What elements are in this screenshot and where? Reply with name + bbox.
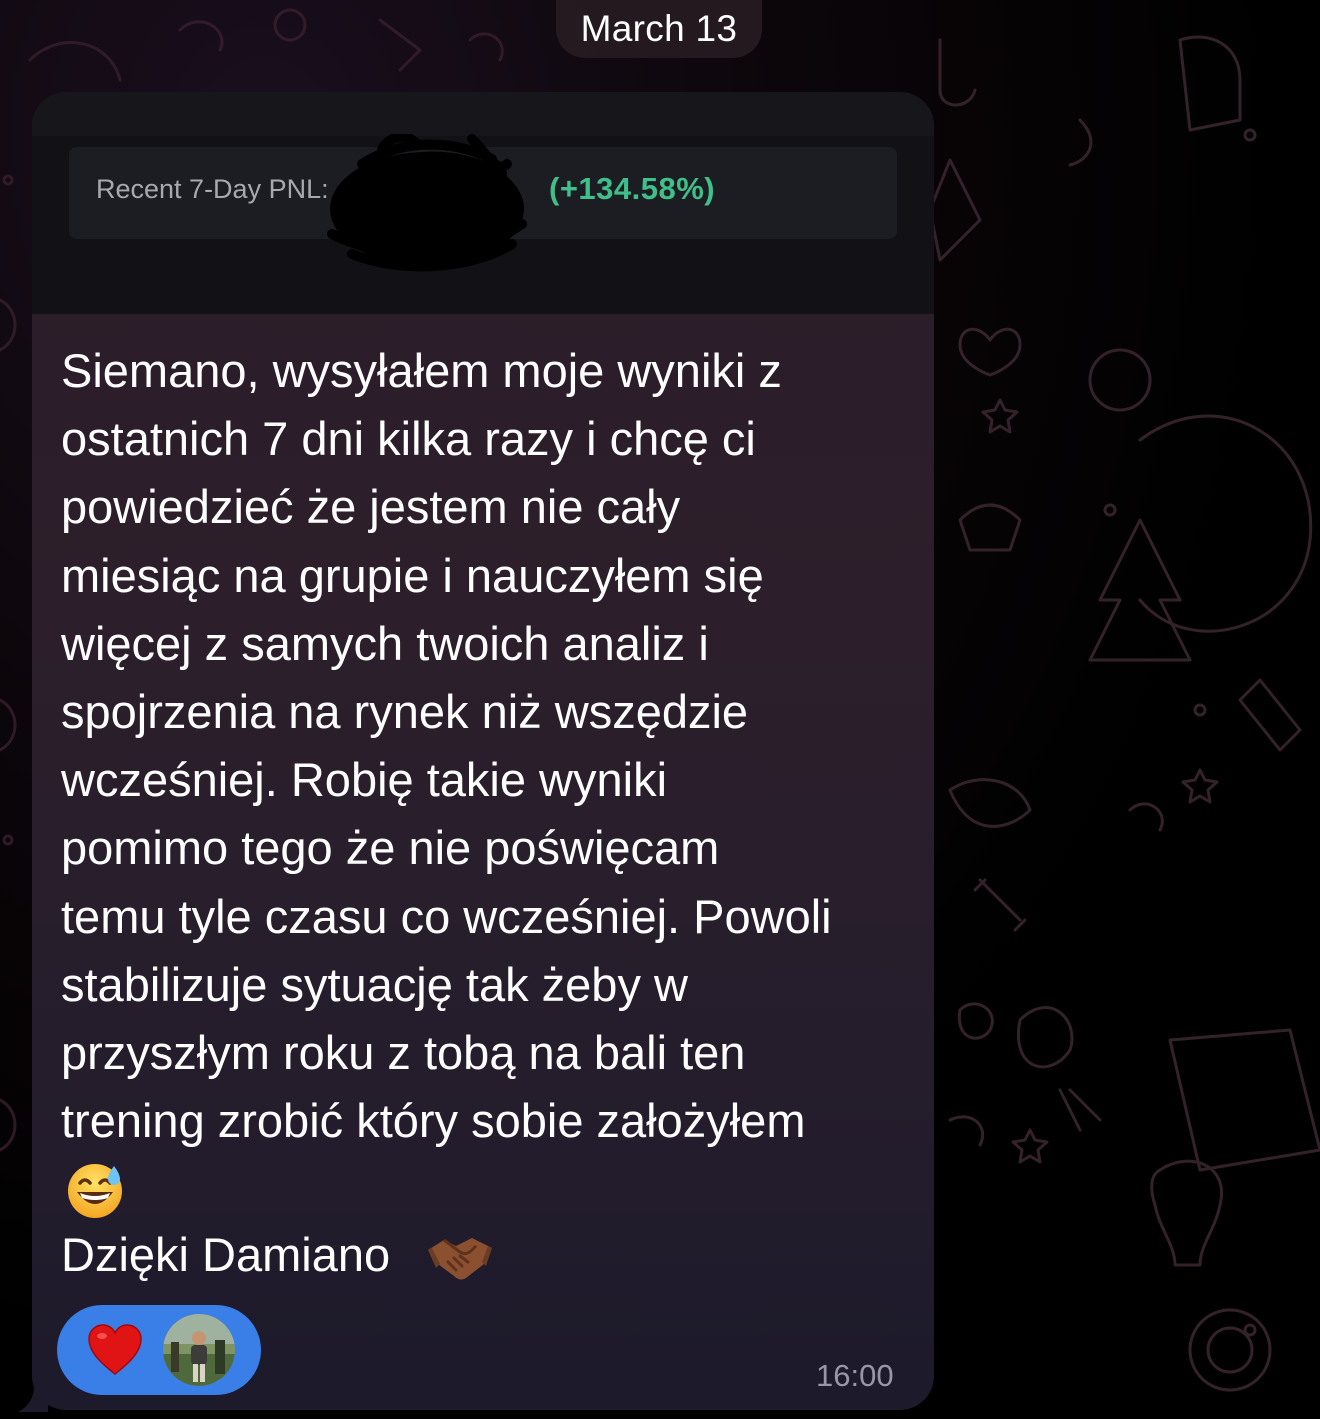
- handshake-emoji: [428, 1238, 492, 1280]
- pnl-percent: (+134.58%): [549, 171, 716, 206]
- chat-background: March 13 Recent 7-Day PNL: (+134.58%) Si…: [0, 0, 1320, 1419]
- reaction-pill[interactable]: [57, 1305, 261, 1395]
- heart-icon: [88, 1324, 142, 1375]
- reactor-avatar[interactable]: [163, 1314, 235, 1386]
- attachment-header-strip: [32, 92, 934, 136]
- avatar-photo: [163, 1314, 235, 1386]
- date-separator: March 13: [556, 0, 762, 58]
- redaction-scribble: [327, 134, 527, 272]
- thanks-text: Dzięki Damiano: [61, 1228, 391, 1281]
- pnl-label: Recent 7-Day PNL:: [96, 174, 329, 204]
- grinning-face-with-sweat-emoji: [68, 1164, 122, 1218]
- message-text: Siemano, wysyłałem moje wyniki z ostatni…: [61, 344, 832, 1148]
- screenshot-attachment[interactable]: Recent 7-Day PNL: (+134.58%): [32, 92, 934, 314]
- message-bubble[interactable]: Recent 7-Day PNL: (+134.58%) Siemano, wy…: [32, 92, 934, 1410]
- message-time: 16:00: [816, 1358, 894, 1393]
